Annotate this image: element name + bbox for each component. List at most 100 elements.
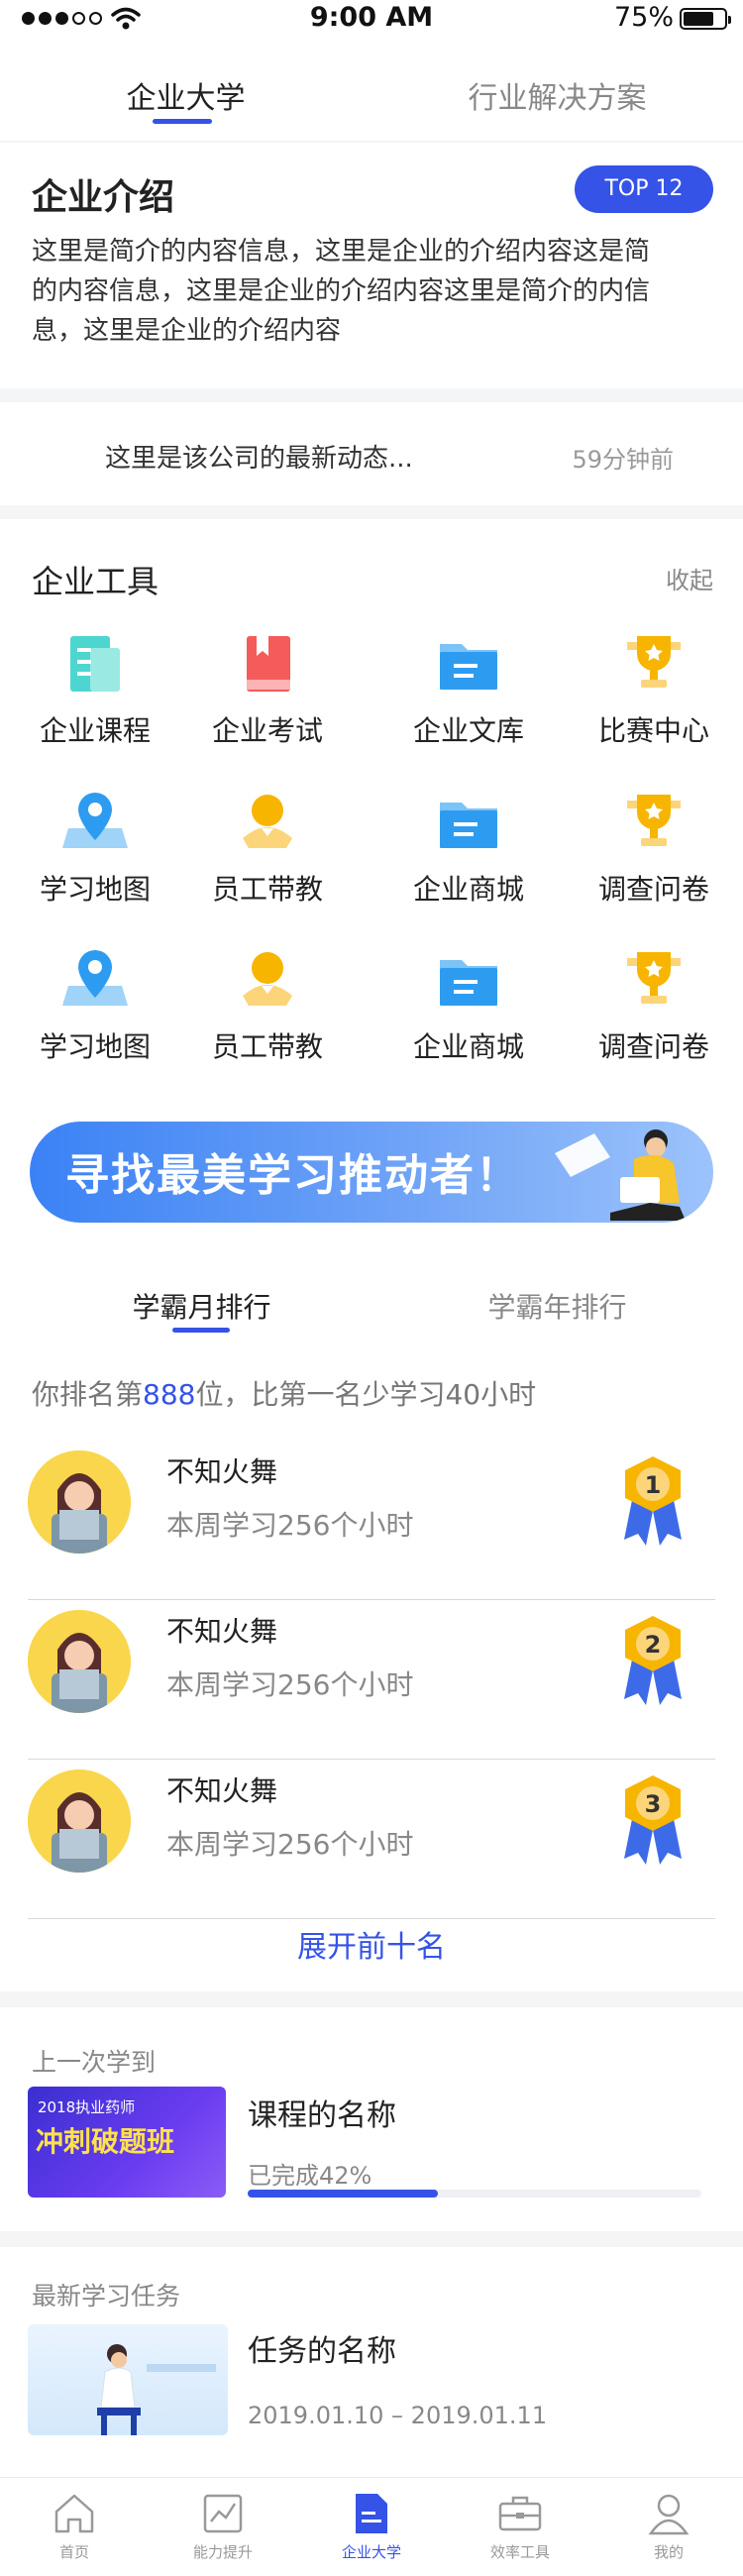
tool-mentoring[interactable]: 员工带教 [178, 946, 357, 1065]
tab-monthly-rank[interactable]: 学霸月排行 [16, 1286, 387, 1326]
tool-exam[interactable]: 企业考试 [178, 630, 357, 749]
tabbar-ability[interactable]: 能力提升 [149, 2490, 297, 2562]
tools-title: 企业工具 [32, 563, 159, 600]
active-rank-tab-indicator [172, 1328, 230, 1333]
avatar [28, 1450, 131, 1554]
map-pin-icon [62, 793, 128, 848]
tool-survey[interactable]: 调查问卷 [565, 789, 743, 908]
rank-summary: 你排名第888位，比第一名少学习40小时 [32, 1378, 537, 1411]
trophy-icon [627, 952, 681, 1004]
course-progress-bar [248, 2190, 701, 2198]
tab-label: 首页 [58, 2543, 89, 2561]
tab-yearly-rank[interactable]: 学霸年排行 [372, 1286, 743, 1326]
avatar [28, 1610, 131, 1713]
chart-icon [203, 2494, 243, 2533]
intro-line: 的内容信息，这里是企业的介绍内容这里是简介的内信 [32, 276, 651, 306]
svg-text:2: 2 [645, 1631, 662, 1659]
expand-top-ten-button[interactable]: 展开前十名 [0, 1922, 743, 1966]
tool-label: 学习地图 [39, 873, 151, 906]
banner-text: 寻找最美学习推动者！ [65, 1150, 521, 1201]
reader-illustration [555, 1129, 686, 1221]
tool-library[interactable]: 企业文库 [379, 630, 558, 749]
trophy-icon [627, 795, 681, 846]
home-icon [54, 2494, 94, 2533]
collapse-button[interactable]: 收起 [666, 561, 713, 595]
tab-industry-solutions[interactable]: 行业解决方案 [372, 73, 743, 117]
user-name: 不知火舞 [166, 1615, 278, 1648]
medal-bronze-icon: 3 [624, 1775, 682, 1865]
study-hours: 本周学习256个小时 [166, 1828, 414, 1861]
toolbox-icon [498, 2496, 542, 2531]
user-icon [648, 2494, 690, 2535]
trophy-icon [627, 636, 681, 688]
tab-label: 效率工具 [489, 2543, 550, 2561]
latest-news[interactable]: 这里是该公司的最新动态... [105, 438, 413, 475]
intro-text: 这里是简介的内容信息，这里是企业的介绍内容这是简 的内容信息，这里是企业的介绍内… [32, 232, 715, 351]
course-progress-text: 已完成42% [248, 2162, 372, 2190]
task-name[interactable]: 任务的名称 [248, 2326, 396, 2370]
promo-banner[interactable]: 寻找最美学习推动者！ [30, 1122, 713, 1223]
top-tabs: 企业大学 行业解决方案 [0, 61, 743, 141]
rank-row[interactable]: 不知火舞 本周学习256个小时 1 [28, 1441, 715, 1600]
tabbar-university[interactable]: 企业大学 [297, 2490, 446, 2562]
tool-mall[interactable]: 企业商城 [379, 946, 558, 1065]
medal-silver-icon: 2 [624, 1616, 682, 1705]
rank-row[interactable]: 不知火舞 本周学习256个小时 3 [28, 1760, 715, 1919]
tool-label: 比赛中心 [597, 714, 709, 747]
section-gap [0, 2231, 743, 2247]
tool-label: 调查问卷 [597, 873, 709, 906]
mentor-icon [243, 795, 292, 848]
tool-label: 企业课程 [39, 714, 151, 747]
tab-label: 企业大学 [341, 2543, 401, 2561]
task-label: 最新学习任务 [32, 2282, 181, 2310]
tool-label: 员工带教 [211, 873, 323, 906]
rank-row[interactable]: 不知火舞 本周学习256个小时 2 [28, 1600, 715, 1760]
tab-label: 我的 [653, 2543, 684, 2561]
intro-title: 企业介绍 [32, 177, 175, 218]
tool-course[interactable]: 企业课程 [6, 630, 184, 749]
active-tab-indicator [153, 119, 212, 124]
svg-text:1: 1 [645, 1471, 662, 1499]
bottom-tab-bar: 首页 能力提升 企业大学 效率工具 我的 [0, 2477, 743, 2576]
tool-label: 员工带教 [211, 1030, 323, 1063]
battery-icon [680, 8, 731, 30]
doc-icon [356, 2494, 387, 2533]
tab-enterprise-university[interactable]: 企业大学 [0, 73, 372, 117]
mentor-icon [243, 952, 292, 1006]
intro-line: 这里是简介的内容信息，这里是企业的介绍内容这是简 [32, 237, 651, 267]
tool-study-map[interactable]: 学习地图 [6, 789, 184, 908]
tool-mentoring[interactable]: 员工带教 [178, 789, 357, 908]
folder-icon [440, 803, 497, 848]
user-name: 不知火舞 [166, 1774, 278, 1807]
map-pin-icon [62, 950, 128, 1006]
tool-survey[interactable]: 调查问卷 [565, 946, 743, 1065]
task-thumbnail[interactable] [28, 2324, 228, 2435]
tabbar-home[interactable]: 首页 [0, 2490, 149, 2562]
exam-book-icon [247, 636, 290, 692]
course-name[interactable]: 课程的名称 [248, 2091, 396, 2134]
tabbar-mine[interactable]: 我的 [594, 2490, 743, 2562]
task-date-range: 2019.01.10 – 2019.01.11 [248, 2402, 548, 2429]
course-thumbnail[interactable]: 2018执业药师 冲刺破题班 [28, 2087, 226, 2198]
intro-line: 息，这里是企业的介绍内容 [32, 316, 342, 346]
tool-label: 学习地图 [39, 1030, 151, 1063]
tool-contest[interactable]: 比赛中心 [565, 630, 743, 749]
tool-label: 企业文库 [412, 714, 524, 747]
rank-number: 888 [143, 1378, 196, 1411]
svg-text:3: 3 [645, 1790, 662, 1818]
user-name: 不知火舞 [166, 1455, 278, 1488]
tab-label: 能力提升 [192, 2543, 253, 2561]
divider [0, 141, 743, 143]
course-thumb-title: 冲刺破题班 [36, 2125, 175, 2158]
status-bar: 9:00 AM 75% [0, 0, 743, 40]
course-thumb-subtitle: 2018执业药师 [38, 2098, 136, 2116]
tool-mall[interactable]: 企业商城 [379, 789, 558, 908]
tool-label: 调查问卷 [597, 1030, 709, 1063]
tabbar-tools[interactable]: 效率工具 [446, 2490, 594, 2562]
study-hours: 本周学习256个小时 [166, 1509, 414, 1542]
section-gap [0, 1991, 743, 2007]
tool-study-map[interactable]: 学习地图 [6, 946, 184, 1065]
course-icon [70, 636, 120, 692]
tool-label: 企业考试 [211, 714, 323, 747]
section-gap [0, 505, 743, 519]
